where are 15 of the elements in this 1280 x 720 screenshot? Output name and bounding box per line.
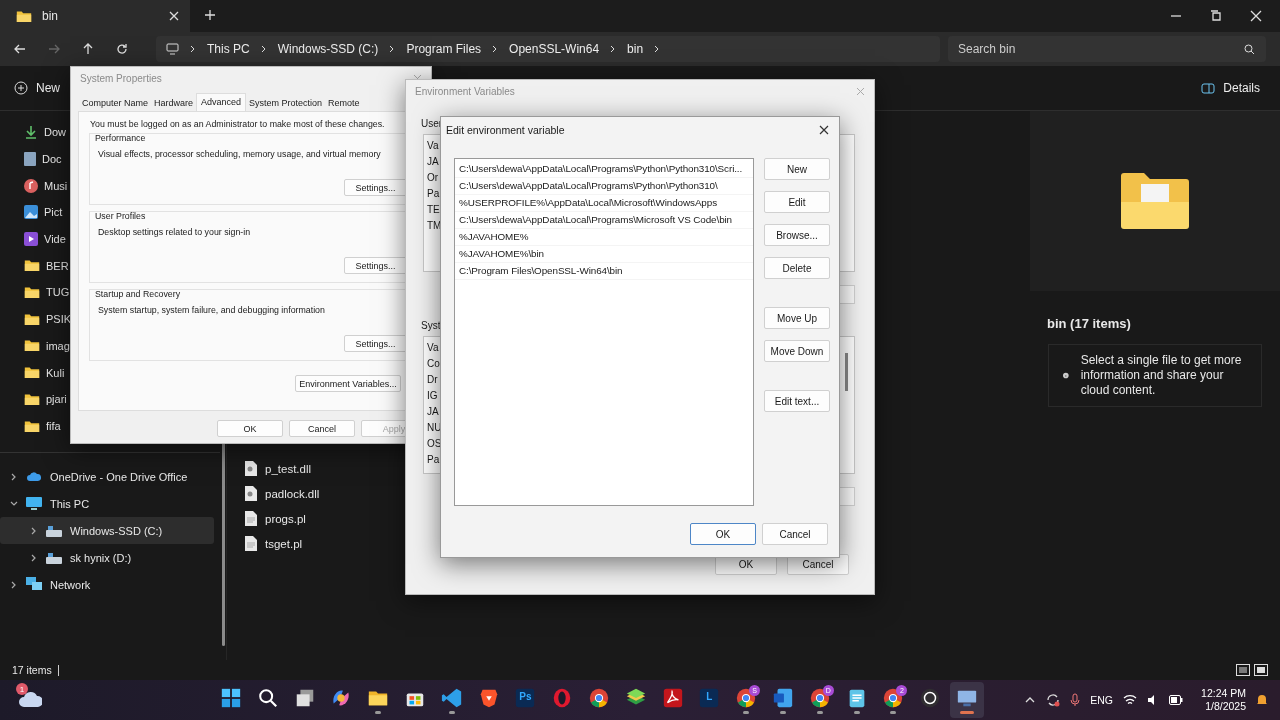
info-message: Select a single file to get more information and share your cloud content. — [1080, 353, 1243, 398]
section-label: Syst — [421, 320, 442, 331]
window-title: Environment Variables — [415, 85, 515, 97]
window-title: System Properties — [80, 72, 162, 84]
item-count: 17 items — [12, 664, 52, 676]
group-title: Performance — [95, 133, 147, 143]
details-title: bin (17 items) — [1046, 315, 1132, 331]
group-title: User Profiles — [95, 211, 147, 221]
window-title: Edit environment variable — [446, 124, 565, 136]
group-title: Startup and Recovery — [95, 289, 182, 299]
admin-note: You must be logged on as an Administrator to make most of these changes. — [90, 119, 386, 129]
notification-badge: 1 — [16, 683, 28, 695]
group-description: Desktop settings related to your sign-in — [98, 227, 252, 237]
group-description: System startup, system failure, and debugging information — [98, 305, 326, 315]
group-description: Visual effects, processor scheduling, memory usage, and virtual memory — [98, 149, 382, 159]
